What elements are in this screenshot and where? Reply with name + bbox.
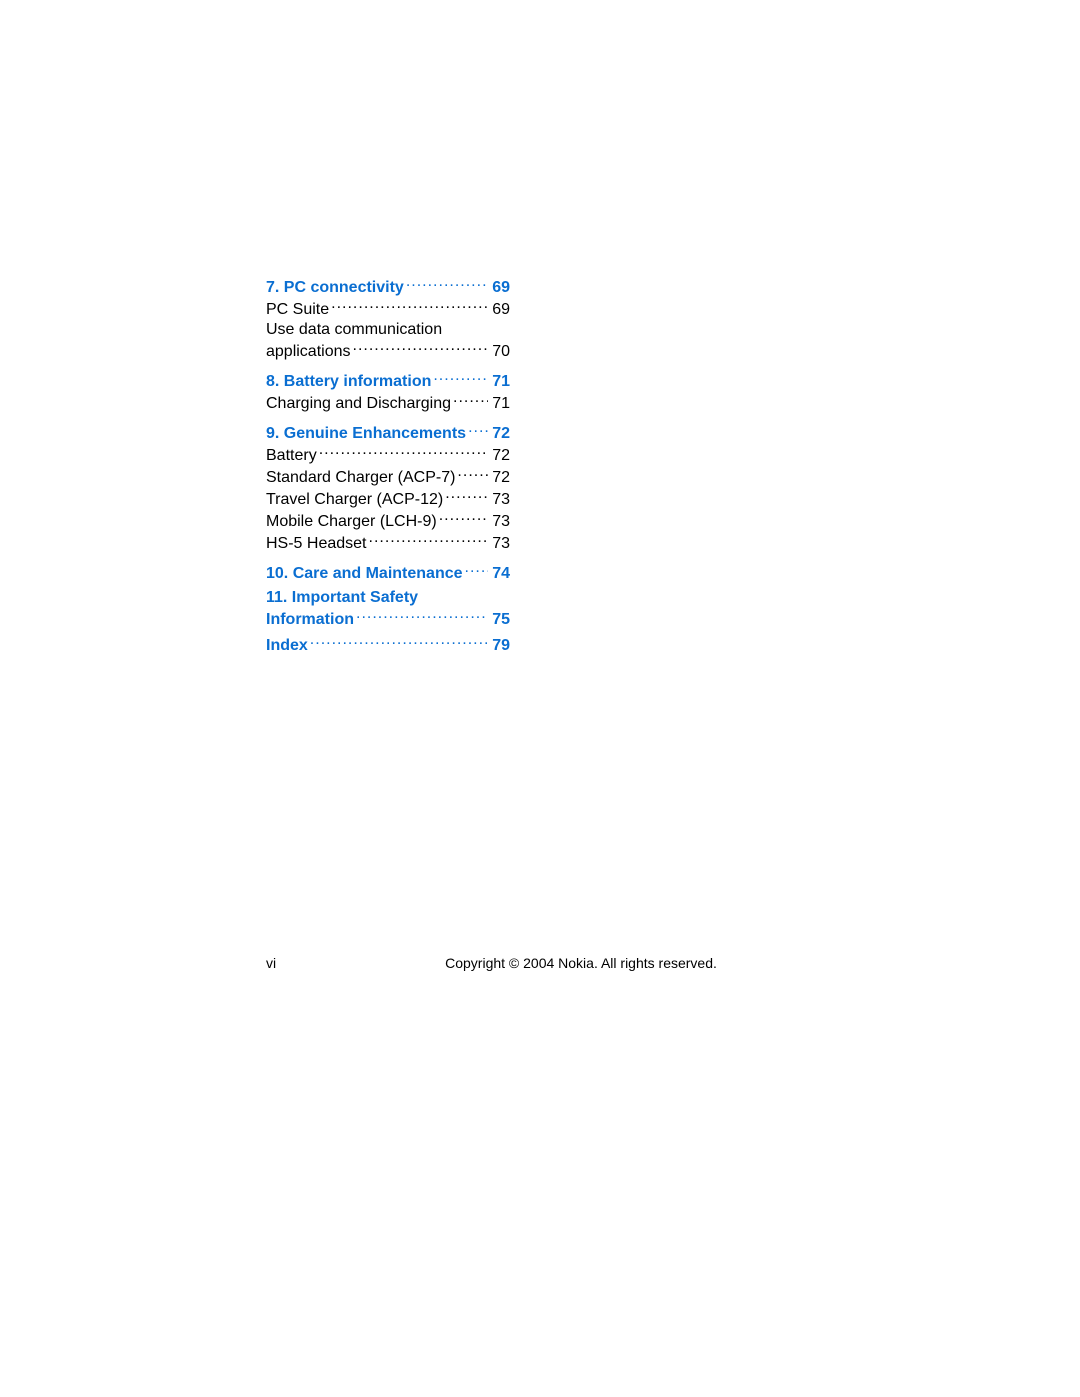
toc-entry-label: Use data communication	[266, 320, 442, 340]
toc-entry-charging-discharging[interactable]: Charging and Discharging 71	[266, 392, 510, 414]
toc-entry-page: 72	[490, 424, 510, 444]
document-page: 7. PC connectivity 69 PC Suite 69 Use da…	[0, 0, 1080, 1397]
toc-leader-dots	[468, 422, 488, 438]
copyright-notice: Copyright © 2004 Nokia. All rights reser…	[326, 955, 806, 971]
toc-entry-page: 71	[490, 372, 510, 392]
toc-leader-dots	[331, 298, 488, 314]
toc-entry-page: 79	[490, 636, 510, 656]
toc-entry-label: 9. Genuine Enhancements	[266, 424, 466, 444]
toc-leader-dots	[406, 276, 488, 292]
toc-entry-battery[interactable]: Battery 72	[266, 444, 510, 466]
toc-leader-dots	[369, 532, 489, 548]
toc-entry-use-data-comm-line1: Use data communication	[266, 320, 510, 340]
toc-entry-label: applications	[266, 342, 351, 362]
toc-entry-page: 72	[490, 446, 510, 466]
toc-entry-pc-suite[interactable]: PC Suite 69	[266, 298, 510, 320]
toc-entry-important-safety-line2[interactable]: Information 75	[266, 608, 510, 630]
toc-entry-label: Mobile Charger (LCH-9)	[266, 512, 437, 532]
toc-entry-label: 11. Important Safety	[266, 588, 418, 608]
toc-leader-dots	[457, 466, 488, 482]
toc-leader-dots	[353, 340, 489, 356]
toc-entry-page: 71	[490, 394, 510, 414]
toc-entry-label: 7. PC connectivity	[266, 278, 404, 298]
toc-entry-page: 75	[490, 610, 510, 630]
toc-entry-use-data-comm-line2[interactable]: applications 70	[266, 340, 510, 362]
toc-entry-label: Standard Charger (ACP-7)	[266, 468, 455, 488]
toc-entry-standard-charger[interactable]: Standard Charger (ACP-7) 72	[266, 466, 510, 488]
toc-entry-label: HS-5 Headset	[266, 534, 367, 554]
page-footer: vi Copyright © 2004 Nokia. All rights re…	[266, 955, 806, 971]
page-number-roman: vi	[266, 955, 326, 971]
toc-entry-care-and-maintenance[interactable]: 10. Care and Maintenance 74	[266, 562, 510, 584]
toc-entry-pc-connectivity[interactable]: 7. PC connectivity 69	[266, 276, 510, 298]
toc-entry-index[interactable]: Index 79	[266, 634, 510, 656]
toc-leader-dots	[433, 370, 488, 386]
toc-entry-genuine-enhancements[interactable]: 9. Genuine Enhancements 72	[266, 422, 510, 444]
toc-entry-battery-information[interactable]: 8. Battery information 71	[266, 370, 510, 392]
table-of-contents: 7. PC connectivity 69 PC Suite 69 Use da…	[266, 276, 510, 656]
toc-entry-mobile-charger[interactable]: Mobile Charger (LCH-9) 73	[266, 510, 510, 532]
toc-entry-page: 73	[490, 534, 510, 554]
toc-entry-label: PC Suite	[266, 300, 329, 320]
toc-leader-dots	[319, 444, 488, 460]
toc-entry-hs5-headset[interactable]: HS-5 Headset 73	[266, 532, 510, 554]
toc-leader-dots	[356, 608, 488, 624]
toc-leader-dots	[465, 562, 488, 578]
toc-entry-label: Index	[266, 636, 308, 656]
toc-entry-label: Battery	[266, 446, 317, 466]
toc-entry-label: Information	[266, 610, 354, 630]
toc-entry-important-safety-line1: 11. Important Safety	[266, 588, 510, 608]
toc-entry-label: 10. Care and Maintenance	[266, 564, 463, 584]
toc-entry-page: 73	[490, 512, 510, 532]
toc-entry-label: Charging and Discharging	[266, 394, 451, 414]
toc-entry-page: 69	[490, 278, 510, 298]
toc-entry-page: 70	[490, 342, 510, 362]
toc-entry-page: 72	[490, 468, 510, 488]
toc-leader-dots	[453, 392, 488, 408]
toc-entry-label: Travel Charger (ACP-12)	[266, 490, 443, 510]
toc-entry-travel-charger[interactable]: Travel Charger (ACP-12) 73	[266, 488, 510, 510]
toc-entry-label: 8. Battery information	[266, 372, 431, 392]
toc-entry-page: 74	[490, 564, 510, 584]
toc-entry-page: 69	[490, 300, 510, 320]
toc-entry-page: 73	[490, 490, 510, 510]
toc-leader-dots	[439, 510, 488, 526]
toc-leader-dots	[445, 488, 488, 504]
toc-leader-dots	[310, 634, 488, 650]
